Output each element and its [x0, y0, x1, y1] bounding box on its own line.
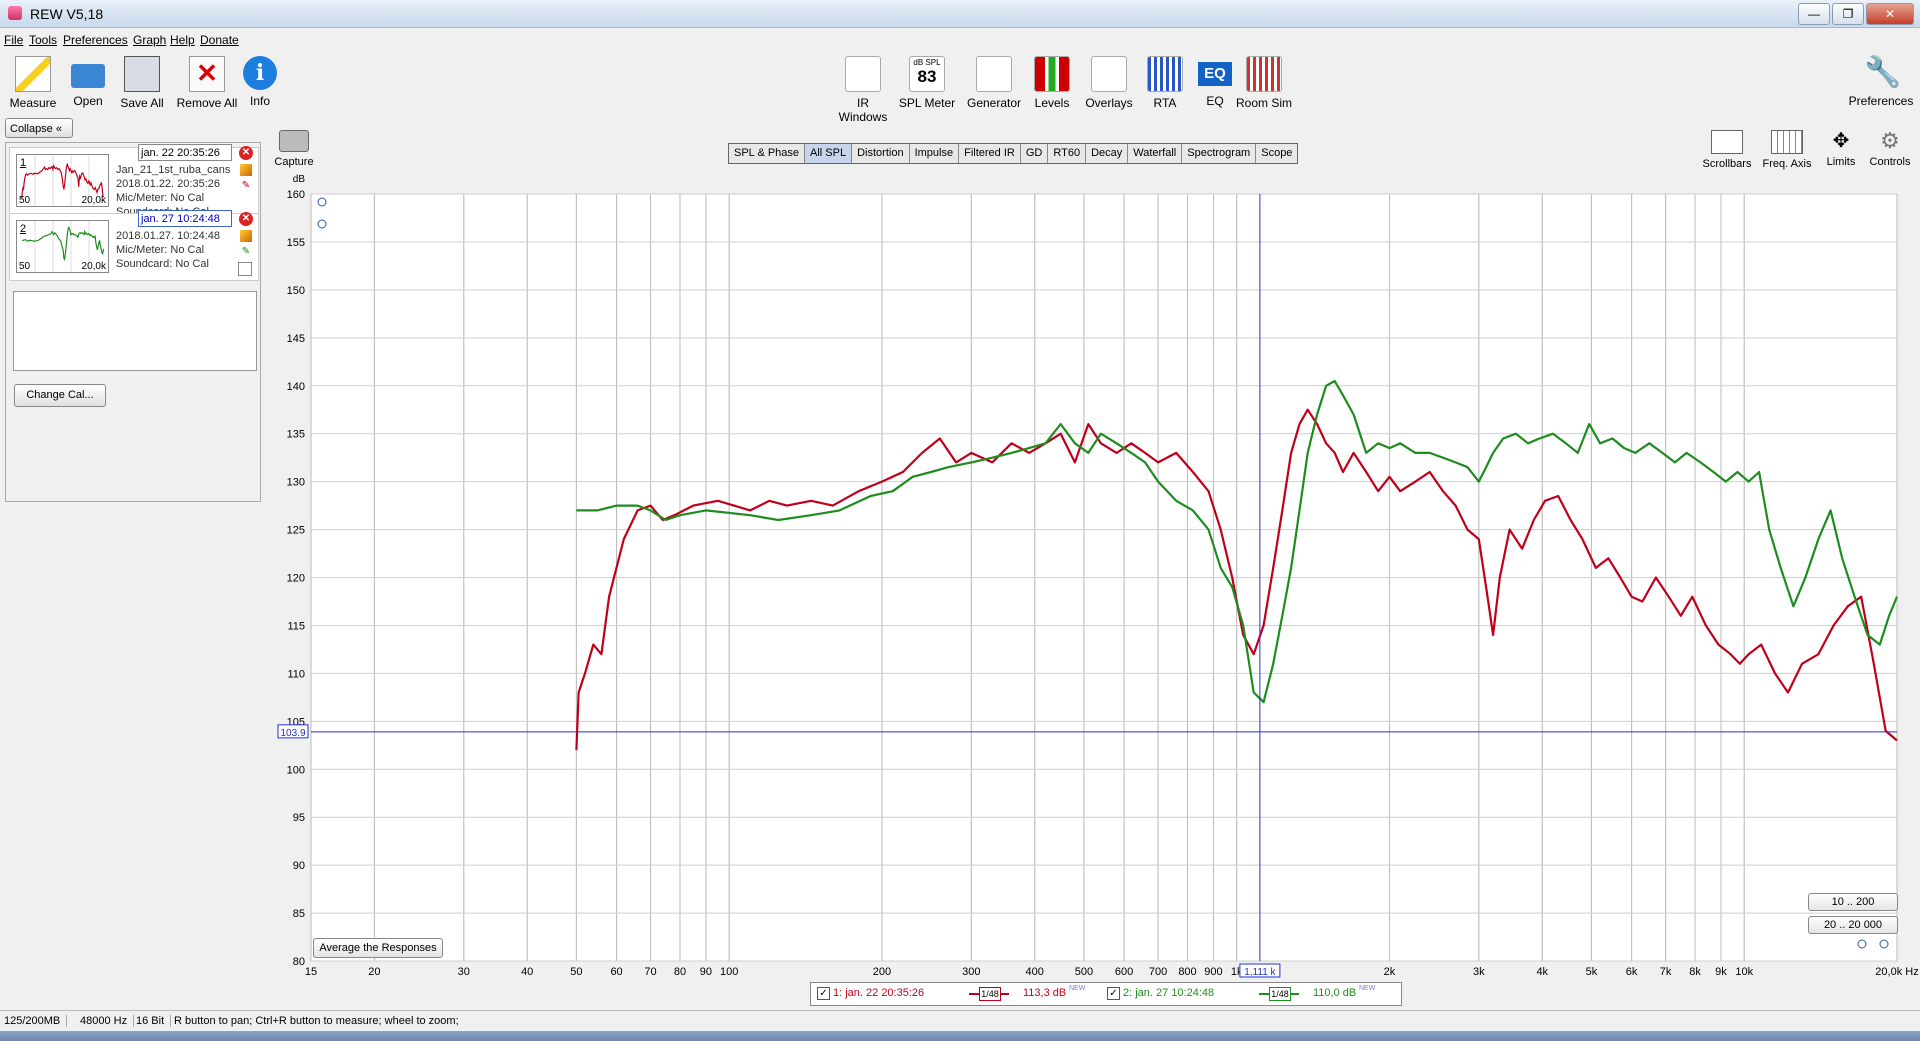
y-tick-label: 120	[287, 573, 305, 585]
y-tick-label: 85	[293, 908, 305, 920]
x-tick-label: 9k	[1715, 966, 1727, 978]
x-tick-label: 40	[521, 966, 533, 978]
y-tick-label: 150	[287, 285, 305, 297]
x-tick-label: 200	[873, 966, 891, 978]
y-tick-label: 155	[287, 237, 305, 249]
x-tick-label: 700	[1149, 966, 1167, 978]
legend-value-1: 113,3 dB	[1023, 987, 1067, 999]
y-tick-label: 145	[287, 333, 305, 345]
y-tick-label: 80	[293, 956, 305, 968]
x-tick-label: 50	[570, 966, 582, 978]
x-tick-label: 4k	[1536, 966, 1548, 978]
x-tick-label: 60	[610, 966, 622, 978]
legend-label-1: 1: jan. 22 20:35:26	[833, 987, 925, 999]
cursor-db-label: 103.9	[280, 728, 305, 739]
x-tick-label: 800	[1178, 966, 1196, 978]
y-tick-label: 160	[287, 189, 305, 201]
x-tick-label: 5k	[1586, 966, 1598, 978]
y-axis-label: dB	[293, 174, 306, 185]
y-tick-label: 100	[287, 764, 305, 776]
y-tick-label: 130	[287, 477, 305, 489]
x-tick-label: 900	[1204, 966, 1222, 978]
legend-value-2: 110,0 dB	[1313, 987, 1357, 999]
status-bar: 125/200MB 48000 Hz 16 Bit R button to pa…	[0, 1010, 1920, 1031]
legend-smoothing-2[interactable]: 1/48	[1269, 987, 1291, 1001]
y-tick-label: 125	[287, 525, 305, 537]
x-tick-label: 2k	[1384, 966, 1396, 978]
x-tick-label: 600	[1115, 966, 1133, 978]
y-tick-label: 95	[293, 812, 305, 824]
taskbar	[0, 1031, 1920, 1041]
legend-tag-2: NEW	[1359, 985, 1376, 992]
range-20-20000-button[interactable]: 20 .. 20 000	[1808, 916, 1898, 934]
x-tick-label: 20	[368, 966, 380, 978]
y-tick-label: 90	[293, 860, 305, 872]
legend-checkbox-1[interactable]: ✓	[817, 987, 830, 1000]
x-tick-label: 80	[674, 966, 686, 978]
graph-legend: ✓ 1: jan. 22 20:35:26 1/48 113,3 dB NEW …	[810, 982, 1402, 1006]
legend-checkbox-2[interactable]: ✓	[1107, 987, 1120, 1000]
range-10-200-button[interactable]: 10 .. 200	[1808, 893, 1898, 911]
x-tick-label: 400	[1026, 966, 1044, 978]
x-tick-label: 15	[305, 966, 317, 978]
y-tick-label: 110	[287, 668, 305, 680]
x-tick-label: 7k	[1660, 966, 1672, 978]
y-tick-label: 140	[287, 381, 305, 393]
status-bit-depth: 16 Bit	[136, 1015, 172, 1027]
x-tick-label: 20,0k Hz	[1875, 966, 1918, 978]
x-tick-label: 70	[644, 966, 656, 978]
legend-tag-1: NEW	[1069, 985, 1086, 992]
y-tick-label: 135	[287, 429, 305, 441]
x-tick-label: 300	[962, 966, 980, 978]
spl-graph[interactable]: 15 20 30 40 50 60 70 80 90 100 200 300 400 500 600 700 8…	[0, 0, 1920, 1010]
x-tick-label: 10k	[1735, 966, 1753, 978]
x-tick-label: 6k	[1626, 966, 1638, 978]
x-tick-label: 30	[458, 966, 470, 978]
x-tick-label: 3k	[1473, 966, 1485, 978]
status-memory: 125/200MB	[4, 1015, 68, 1027]
legend-label-2: 2: jan. 27 10:24:48	[1123, 987, 1215, 999]
x-tick-label: 500	[1075, 966, 1093, 978]
y-tick-label: 115	[287, 620, 305, 632]
status-sample-rate: 48000 Hz	[80, 1015, 135, 1027]
average-responses-button[interactable]: Average the Responses	[313, 938, 443, 958]
cursor-freq-label: 1,111 k	[1244, 967, 1276, 978]
x-tick-label: 8k	[1689, 966, 1701, 978]
status-hint: R button to pan; Ctrl+R button to measur…	[174, 1015, 459, 1027]
x-tick-label: 100	[720, 966, 738, 978]
legend-smoothing-1[interactable]: 1/48	[979, 987, 1001, 1001]
x-tick-label: 90	[700, 966, 712, 978]
